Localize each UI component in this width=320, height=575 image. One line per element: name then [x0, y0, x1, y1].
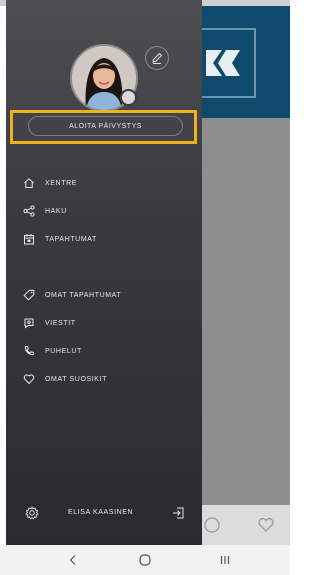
menu-item-label: HAKU [45, 207, 67, 215]
system-nav-bar [0, 545, 290, 575]
menu-item-tapahtumat[interactable]: TAPAHTUMAT [23, 230, 97, 248]
message-icon [23, 317, 35, 329]
edit-profile-button[interactable] [145, 46, 169, 70]
gear-icon[interactable] [25, 506, 39, 520]
menu-item-label: OMAT SUOSIKIT [45, 375, 107, 383]
navigation-drawer: ALOITA PÄIVYSTYS XENTRE HAKU TAPAHTUMAT [6, 0, 202, 545]
menu-item-label: TAPAHTUMAT [45, 235, 97, 243]
menu-item-label: VIESTIT [45, 319, 76, 327]
logout-icon[interactable] [171, 506, 185, 520]
background-app [200, 0, 290, 545]
menu-item-puhelut[interactable]: PUHELUT [23, 342, 82, 360]
start-shift-button[interactable]: ALOITA PÄIVYSTYS [28, 116, 183, 136]
recents-icon[interactable] [218, 553, 232, 567]
app-screen: ALOITA PÄIVYSTYS XENTRE HAKU TAPAHTUMAT [0, 0, 290, 575]
menu-item-label: PUHELUT [45, 347, 82, 355]
status-indicator [120, 89, 137, 106]
menu-item-label: OMAT TAPAHTUMAT [45, 291, 122, 299]
bottom-tab-bar [200, 505, 290, 545]
menu-item-label: XENTRE [45, 179, 77, 187]
tag-icon [23, 289, 35, 301]
phone-icon [23, 345, 35, 357]
menu-item-xentre[interactable]: XENTRE [23, 174, 77, 192]
back-icon[interactable] [66, 553, 80, 567]
pencil-icon [152, 52, 163, 64]
user-name: ELISA KAASINEN [68, 509, 134, 516]
share-icon [23, 205, 35, 217]
home-icon [23, 177, 35, 189]
menu-item-viestit[interactable]: VIESTIT [23, 314, 76, 332]
message-icon[interactable] [202, 515, 222, 535]
heart-icon[interactable] [256, 515, 276, 535]
calendar-icon [23, 233, 35, 245]
heart-icon [23, 373, 35, 385]
app-logo [200, 28, 256, 98]
menu-item-haku[interactable]: HAKU [23, 202, 67, 220]
menu-item-omat-tapahtumat[interactable]: OMAT TAPAHTUMAT [23, 286, 121, 304]
home-button-icon[interactable] [138, 553, 152, 567]
menu-item-omat-suosikit[interactable]: OMAT SUOSIKIT [23, 370, 107, 388]
app-header [200, 0, 290, 118]
